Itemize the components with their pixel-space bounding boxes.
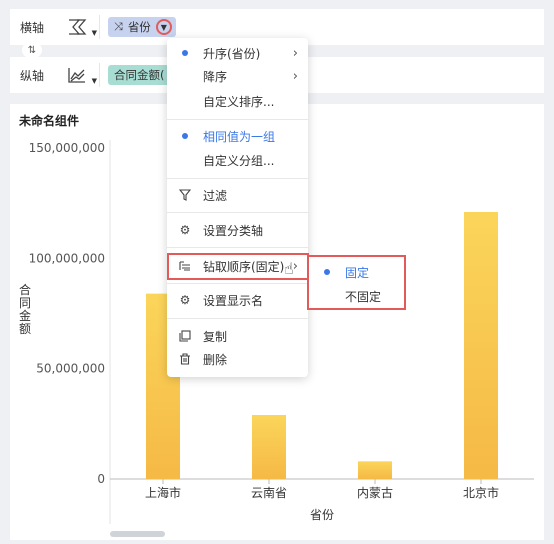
x-tick-label: 云南省 [251, 485, 287, 500]
y-axis-title-char: 金 [19, 308, 31, 323]
x-axis-title: 省份 [310, 508, 334, 522]
menu-item-set-display-name[interactable]: ⚙ 设置显示名 [167, 289, 308, 311]
x-tick-label: 内蒙古 [357, 485, 393, 500]
x-axis-label: 横轴 [20, 20, 45, 35]
y-axis-title-char: 合 [19, 282, 31, 297]
chevron-right-icon: › [292, 45, 298, 61]
menu-item-sort-desc[interactable]: 降序 › [167, 65, 308, 87]
bar-chart-icon [68, 19, 86, 35]
y-field-label: 合同金额( [114, 68, 165, 82]
y-tick-label: 50,000,000 [36, 362, 105, 376]
gear-icon: ⚙ [179, 223, 191, 237]
menu-item-sort-asc[interactable]: 升序(省份) › [167, 42, 308, 64]
menu-item-custom-sort[interactable]: 自定义排序... [167, 90, 308, 112]
menu-divider [167, 178, 308, 179]
y-tick-label: 0 [97, 472, 105, 486]
menu-item-delete[interactable]: 删除 [167, 348, 308, 370]
submenu-item-fixed[interactable]: 固定 [309, 261, 404, 283]
drill-order-submenu: 固定 不固定 [307, 255, 406, 310]
y-tick-label: 150,000,000 [29, 141, 105, 155]
x-chart-type-selector[interactable]: ▼ [54, 15, 100, 39]
filter-icon [178, 188, 192, 202]
y-chart-type-selector[interactable]: ▼ [54, 63, 100, 87]
x-field-pill[interactable]: ⤨ 省份 ▼ [108, 17, 176, 37]
line-chart-icon [67, 68, 85, 83]
menu-item-filter[interactable]: 过滤 [167, 184, 308, 206]
bullet-icon [324, 269, 330, 275]
x-tick-label: 北京市 [463, 485, 499, 500]
trash-icon [178, 352, 192, 366]
y-axis-title-char: 同 [19, 296, 31, 310]
bar [358, 461, 392, 479]
field-context-menu: 升序(省份) › 降序 › 自定义排序... 相同值为一组 自定义分组... 过… [167, 38, 308, 377]
menu-divider [167, 247, 308, 248]
y-axis-label: 纵轴 [20, 68, 45, 83]
menu-divider [167, 212, 308, 213]
swap-axes-icon[interactable]: ⇅ [22, 42, 42, 58]
chevron-down-icon: ▼ [91, 77, 97, 85]
hand-cursor-icon: ☝ [284, 259, 294, 278]
bullet-icon [182, 50, 188, 56]
bar [252, 415, 286, 479]
x-field-label: 省份 [127, 20, 151, 34]
y-tick-label: 100,000,000 [29, 251, 105, 265]
x-tick-label: 上海市 [145, 485, 181, 500]
menu-item-group-same[interactable]: 相同值为一组 [167, 125, 308, 147]
copy-icon [178, 329, 192, 343]
chevron-down-icon: ▼ [91, 29, 97, 37]
y-field-pill[interactable]: 合同金额( [108, 65, 173, 85]
menu-item-set-category-axis[interactable]: ⚙ 设置分类轴 [167, 219, 308, 241]
drill-icon [178, 259, 192, 273]
submenu-item-not-fixed[interactable]: 不固定 [309, 285, 404, 307]
bar [464, 211, 498, 479]
menu-item-custom-group[interactable]: 自定义分组... [167, 149, 308, 171]
chevron-right-icon: › [292, 68, 298, 84]
gear-icon: ⚙ [179, 293, 191, 307]
menu-divider [167, 283, 308, 284]
menu-divider [167, 318, 308, 319]
field-dropdown-button[interactable]: ▼ [155, 19, 172, 35]
menu-item-copy[interactable]: 复制 [167, 325, 308, 347]
menu-divider [167, 119, 308, 120]
y-axis-title-char: 额 [19, 322, 31, 336]
shuffle-icon: ⤨ [114, 20, 123, 33]
bullet-icon [182, 133, 188, 139]
horizontal-scrollbar[interactable] [110, 531, 165, 537]
